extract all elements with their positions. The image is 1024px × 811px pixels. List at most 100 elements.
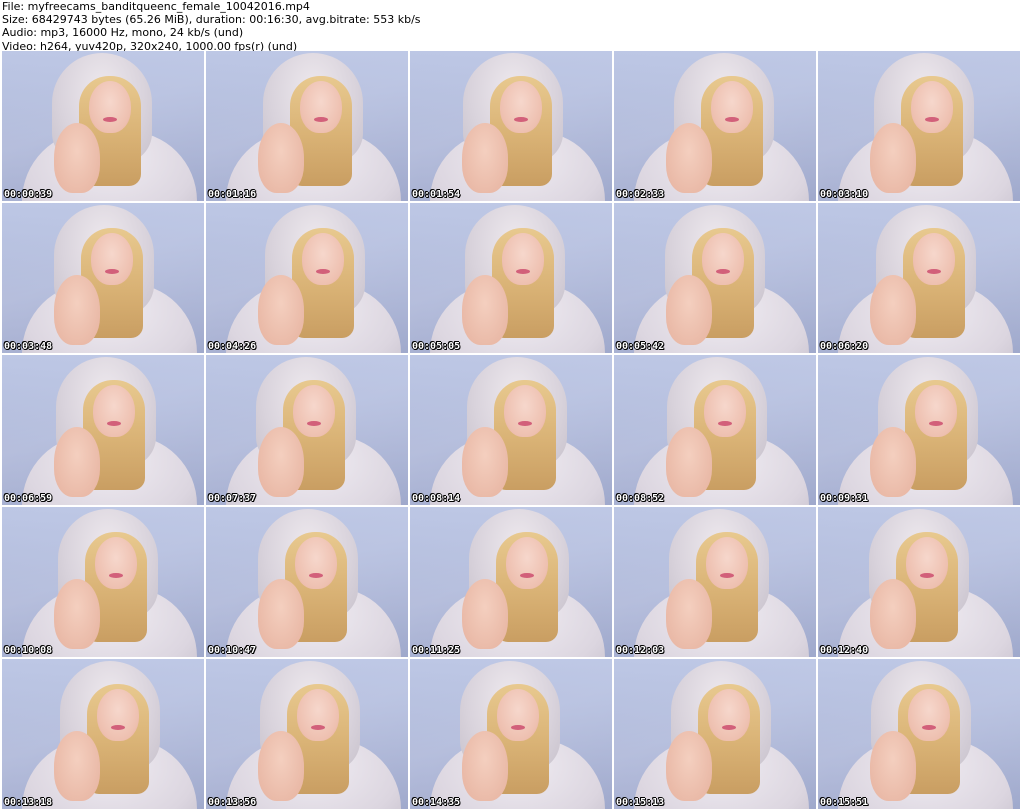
lips-shape bbox=[105, 269, 119, 274]
lips-shape bbox=[314, 117, 328, 122]
lips-shape bbox=[922, 725, 936, 730]
lips-shape bbox=[920, 573, 934, 578]
thumbnail-timestamp: 00:07:37 bbox=[208, 493, 257, 504]
face-shape bbox=[702, 233, 744, 285]
shoulder-shape bbox=[462, 579, 508, 649]
lips-shape bbox=[103, 117, 117, 122]
shoulder-shape bbox=[462, 427, 508, 497]
shoulder-shape bbox=[870, 579, 916, 649]
shoulder-shape bbox=[666, 427, 712, 497]
face-shape bbox=[504, 385, 546, 437]
face-shape bbox=[295, 537, 337, 589]
shoulder-shape bbox=[870, 123, 916, 193]
video-thumbnail: 00:03:10 bbox=[818, 51, 1020, 201]
face-shape bbox=[302, 233, 344, 285]
face-shape bbox=[297, 689, 339, 741]
thumbnail-timestamp: 00:15:51 bbox=[820, 797, 869, 808]
thumbnail-timestamp: 00:02:33 bbox=[616, 189, 665, 200]
shoulder-shape bbox=[666, 731, 712, 801]
thumbnail-timestamp: 00:09:31 bbox=[820, 493, 869, 504]
video-thumbnail: 00:09:31 bbox=[818, 355, 1020, 505]
lips-shape bbox=[927, 269, 941, 274]
lips-shape bbox=[107, 421, 121, 426]
thumbnail-timestamp: 00:11:25 bbox=[412, 645, 461, 656]
video-thumbnail: 00:03:48 bbox=[2, 203, 204, 353]
shoulder-shape bbox=[54, 731, 100, 801]
shoulder-shape bbox=[666, 275, 712, 345]
shoulder-shape bbox=[258, 275, 304, 345]
thumbnail-timestamp: 00:10:08 bbox=[4, 645, 53, 656]
thumbnail-timestamp: 00:04:26 bbox=[208, 341, 257, 352]
video-thumbnail: 00:01:54 bbox=[410, 51, 612, 201]
video-thumbnail: 00:08:52 bbox=[614, 355, 816, 505]
lips-shape bbox=[718, 421, 732, 426]
lips-shape bbox=[316, 269, 330, 274]
shoulder-shape bbox=[54, 123, 100, 193]
lips-shape bbox=[716, 269, 730, 274]
face-shape bbox=[911, 81, 953, 133]
face-shape bbox=[500, 81, 542, 133]
audio-info-line: Audio: mp3, 16000 Hz, mono, 24 kb/s (und… bbox=[2, 26, 244, 40]
lips-shape bbox=[925, 117, 939, 122]
thumbnail-timestamp: 00:01:16 bbox=[208, 189, 257, 200]
video-thumbnail: 00:15:13 bbox=[614, 659, 816, 809]
shoulder-shape bbox=[870, 731, 916, 801]
file-name-line: File: myfreecams_banditqueenc_female_100… bbox=[2, 0, 310, 13]
face-shape bbox=[91, 233, 133, 285]
video-thumbnail: 00:07:37 bbox=[206, 355, 408, 505]
thumbnail-timestamp: 00:00:39 bbox=[4, 189, 53, 200]
thumbnail-timestamp: 00:10:47 bbox=[208, 645, 257, 656]
lips-shape bbox=[514, 117, 528, 122]
lips-shape bbox=[311, 725, 325, 730]
shoulder-shape bbox=[258, 731, 304, 801]
thumbnail-timestamp: 00:12:40 bbox=[820, 645, 869, 656]
video-thumbnail: 00:06:59 bbox=[2, 355, 204, 505]
video-thumbnail: 00:05:05 bbox=[410, 203, 612, 353]
face-shape bbox=[708, 689, 750, 741]
video-thumbnail: 00:00:39 bbox=[2, 51, 204, 201]
face-shape bbox=[906, 537, 948, 589]
shoulder-shape bbox=[462, 731, 508, 801]
face-shape bbox=[908, 689, 950, 741]
lips-shape bbox=[307, 421, 321, 426]
face-shape bbox=[706, 537, 748, 589]
face-shape bbox=[497, 689, 539, 741]
lips-shape bbox=[511, 725, 525, 730]
lips-shape bbox=[111, 725, 125, 730]
video-thumbnail: 00:10:47 bbox=[206, 507, 408, 657]
face-shape bbox=[506, 537, 548, 589]
lips-shape bbox=[518, 421, 532, 426]
video-thumbnail: 00:13:56 bbox=[206, 659, 408, 809]
video-thumbnail: 00:05:42 bbox=[614, 203, 816, 353]
thumbnail-timestamp: 00:05:05 bbox=[412, 341, 461, 352]
lips-shape bbox=[516, 269, 530, 274]
lips-shape bbox=[109, 573, 123, 578]
file-size-line: Size: 68429743 bytes (65.26 MiB), durati… bbox=[2, 13, 421, 27]
face-shape bbox=[293, 385, 335, 437]
video-thumbnail: 00:04:26 bbox=[206, 203, 408, 353]
shoulder-shape bbox=[462, 123, 508, 193]
thumbnail-timestamp: 00:08:14 bbox=[412, 493, 461, 504]
video-thumbnail: 00:10:08 bbox=[2, 507, 204, 657]
thumbnail-timestamp: 00:05:42 bbox=[616, 341, 665, 352]
thumbnail-timestamp: 00:12:03 bbox=[616, 645, 665, 656]
shoulder-shape bbox=[666, 123, 712, 193]
thumbnail-timestamp: 00:08:52 bbox=[616, 493, 665, 504]
shoulder-shape bbox=[54, 427, 100, 497]
video-thumbnail: 00:02:33 bbox=[614, 51, 816, 201]
face-shape bbox=[913, 233, 955, 285]
face-shape bbox=[300, 81, 342, 133]
thumbnail-timestamp: 00:03:48 bbox=[4, 341, 53, 352]
shoulder-shape bbox=[258, 579, 304, 649]
video-thumbnail: 00:15:51 bbox=[818, 659, 1020, 809]
file-info-header: File: myfreecams_banditqueenc_female_100… bbox=[2, 0, 421, 53]
thumbnail-timestamp: 00:01:54 bbox=[412, 189, 461, 200]
lips-shape bbox=[929, 421, 943, 426]
face-shape bbox=[704, 385, 746, 437]
shoulder-shape bbox=[870, 427, 916, 497]
face-shape bbox=[95, 537, 137, 589]
thumbnail-timestamp: 00:03:10 bbox=[820, 189, 869, 200]
face-shape bbox=[915, 385, 957, 437]
video-thumbnail: 00:14:35 bbox=[410, 659, 612, 809]
thumbnail-timestamp: 00:06:59 bbox=[4, 493, 53, 504]
